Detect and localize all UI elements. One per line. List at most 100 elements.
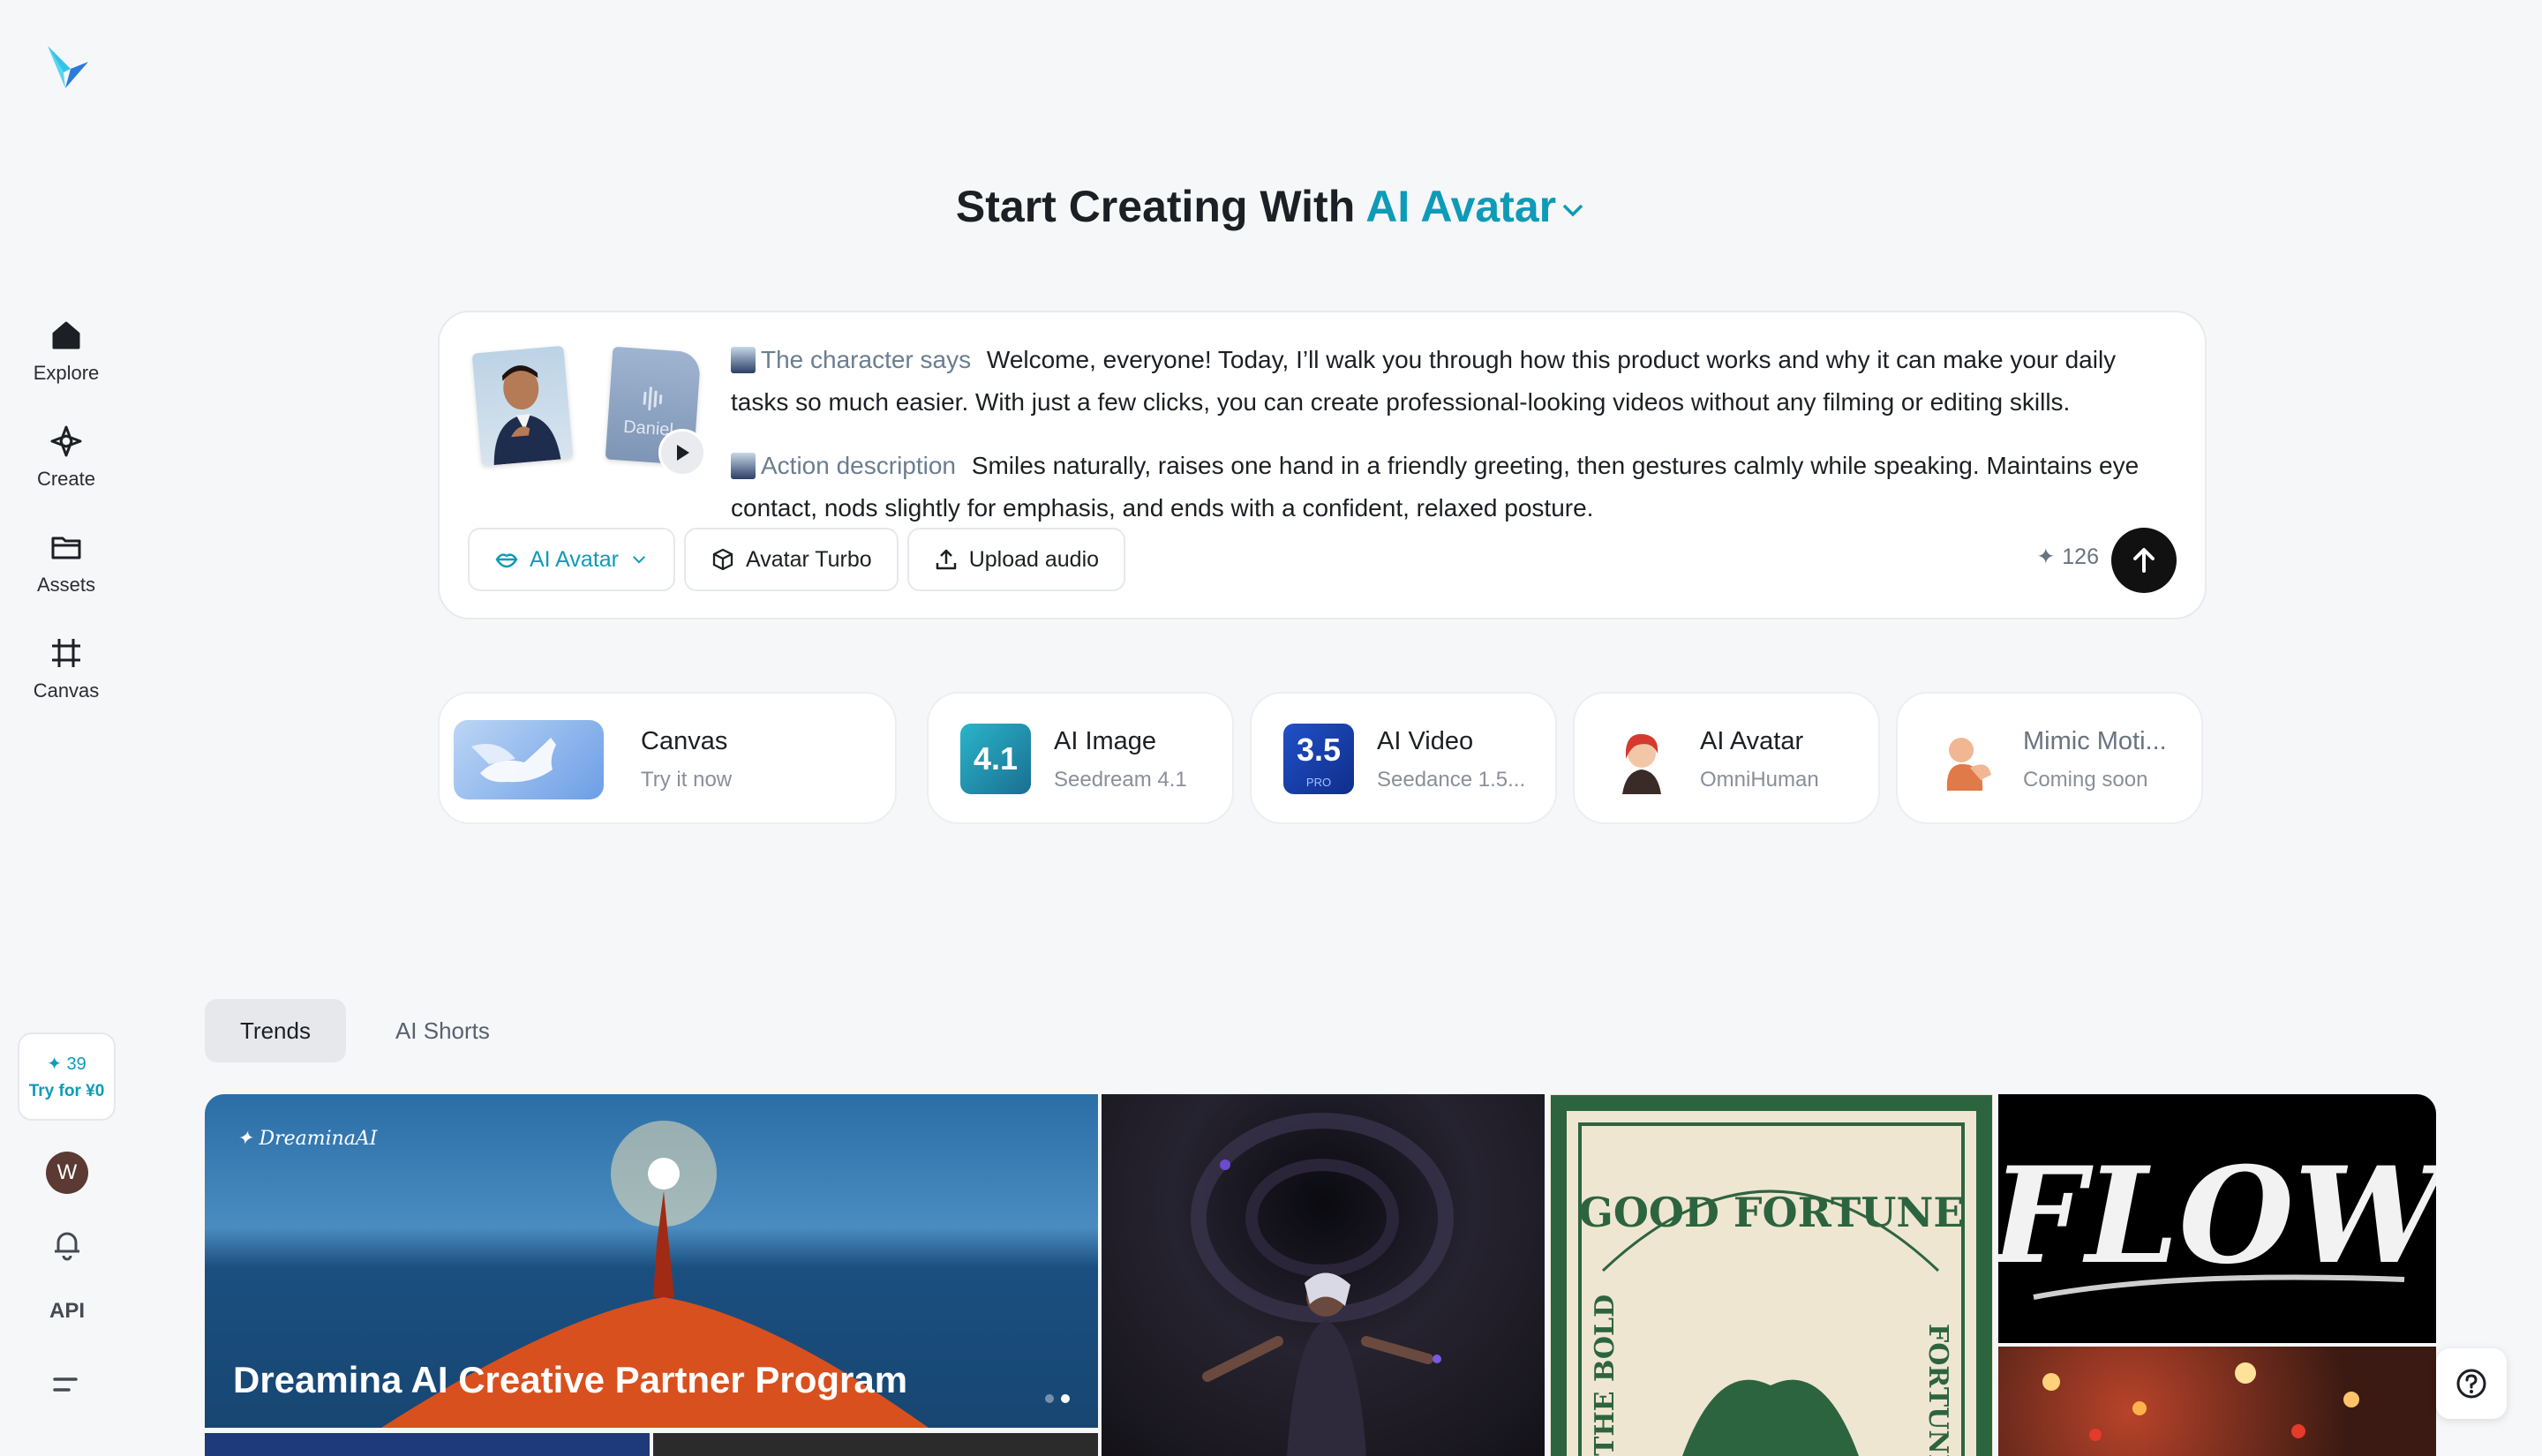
sidebar-item-label: Create xyxy=(36,468,96,490)
flow-text: FLOW xyxy=(1998,1138,2436,1294)
sidebar-item-explore[interactable]: Explore xyxy=(0,309,132,415)
model-button-label: Avatar Turbo xyxy=(746,546,872,572)
fortune-right-text: FORTUNE F xyxy=(1922,1324,1953,1456)
ai-video-badge: 3.5 xyxy=(1296,732,1342,768)
gallery-thumb-christmas[interactable] xyxy=(1998,1347,2436,1456)
tool-card-ai-avatar[interactable]: AI Avatar OmniHuman xyxy=(1573,692,1880,824)
folder-icon xyxy=(51,537,81,559)
tool-subtitle: Seedream 4.1 xyxy=(1054,768,1187,792)
crop-icon xyxy=(52,639,80,667)
fortune-title: GOOD FORTUNE xyxy=(1579,1189,1965,1236)
tool-card-mimic-motion: Mimic Moti... Coming soon xyxy=(1896,692,2203,824)
gallery-thumb-fortune[interactable]: GOOD FORTUNE THE BOLD FORTUNE F xyxy=(1550,1094,1993,1456)
feed-tabs: Trends AI Shorts xyxy=(205,999,525,1062)
ai-video-icon: 3.5 PRO xyxy=(1283,724,1354,794)
credits-box[interactable]: ✦ 39 Try for ¥0 xyxy=(18,1032,116,1121)
sidebar-nav: Explore Create Assets Canvas xyxy=(0,309,132,732)
lips-icon xyxy=(495,553,518,568)
banner-title: Dreamina AI Creative Partner Program xyxy=(233,1359,908,1400)
play-button[interactable] xyxy=(658,429,706,477)
bell-icon[interactable] xyxy=(49,1227,85,1262)
tool-subtitle: Try it now xyxy=(641,768,733,792)
gallery-thumb-vortex[interactable] xyxy=(1102,1094,1545,1456)
character-says-label: The character says xyxy=(761,346,972,373)
play-icon xyxy=(677,445,689,461)
sidebar-item-create[interactable]: Create xyxy=(0,415,132,521)
help-icon xyxy=(2456,1369,2486,1399)
vortex-figure-image xyxy=(1191,1113,1454,1456)
tool-card-canvas[interactable]: Canvas Try it now xyxy=(438,692,897,824)
mode-dropdown-button[interactable]: AI Avatar xyxy=(468,528,675,591)
sidebar-item-assets[interactable]: Assets xyxy=(0,521,132,627)
tool-title: Mimic Moti... xyxy=(2023,727,2167,755)
sidebar-item-label: Canvas xyxy=(33,679,100,702)
sidebar-item-label: Assets xyxy=(36,574,96,596)
prompt-card: Daniel The character says Welcome, every… xyxy=(438,311,2207,619)
dreamina-logo[interactable] xyxy=(44,42,90,95)
upload-audio-label: Upload audio xyxy=(968,546,1100,572)
tool-title: AI Image xyxy=(1054,727,1157,755)
tool-title: AI Avatar xyxy=(1700,727,1804,755)
gallery-thumb[interactable] xyxy=(653,1433,1098,1456)
mode-selector[interactable]: AI Avatar xyxy=(1365,182,1586,231)
gallery-thumb-flow[interactable]: FLOW xyxy=(1998,1094,2436,1343)
upload-icon xyxy=(936,549,956,570)
carousel-dot[interactable] xyxy=(1045,1394,1054,1403)
tab-trends[interactable]: Trends xyxy=(205,999,346,1062)
character-thumbnail[interactable] xyxy=(471,345,574,467)
fortune-card-image: GOOD FORTUNE THE BOLD FORTUNE F xyxy=(1551,1095,1992,1456)
carousel-dots[interactable] xyxy=(1045,1394,1070,1403)
sidebar-item-canvas[interactable]: Canvas xyxy=(0,627,132,732)
model-button[interactable]: Avatar Turbo xyxy=(684,528,899,591)
ai-avatar-icon xyxy=(1606,724,1677,794)
tab-ai-shorts[interactable]: AI Shorts xyxy=(360,999,525,1062)
mini-avatar-icon xyxy=(731,453,756,479)
credit-cost: ✦ 126 xyxy=(2036,544,2099,570)
tool-card-ai-video[interactable]: 3.5 PRO AI Video Seedance 1.5... xyxy=(1250,692,1557,824)
try-free-label: Try for ¥0 xyxy=(28,1081,105,1100)
pegasus-icon xyxy=(471,738,556,783)
menu-icon[interactable] xyxy=(51,1372,83,1399)
prompt-input[interactable]: The character says Welcome, everyone! To… xyxy=(731,339,2178,531)
tool-title: AI Video xyxy=(1377,727,1474,755)
sidebar-item-label: Explore xyxy=(33,362,100,384)
mode-dropdown-label: AI Avatar xyxy=(530,546,619,572)
title-prefix: Start Creating With xyxy=(955,182,1356,231)
gallery: ✦ DreaminaAI Dreamina AI Creative Partne… xyxy=(205,1094,2436,1456)
upload-audio-button[interactable]: Upload audio xyxy=(906,528,1126,591)
send-button[interactable] xyxy=(2111,528,2177,593)
mimic-motion-icon xyxy=(1929,724,2000,794)
action-description-label: Action description xyxy=(761,452,957,479)
prompt-toolbar: AI Avatar Avatar Turbo Upload audio xyxy=(468,528,1126,591)
action-paragraph: Action description Smiles naturally, rai… xyxy=(731,445,2178,529)
chevron-down-icon xyxy=(633,556,645,564)
tool-subtitle: Seedance 1.5... xyxy=(1377,768,1526,792)
credits-count: ✦ 39 xyxy=(47,1054,86,1074)
avatar[interactable]: W xyxy=(46,1152,88,1194)
help-button[interactable] xyxy=(2436,1348,2507,1419)
page-title: Start Creating With AI Avatar xyxy=(0,181,2542,232)
tool-subtitle: Coming soon xyxy=(2023,768,2148,792)
tool-card-ai-image[interactable]: 4.1 AI Image Seedream 4.1 xyxy=(927,692,1234,824)
credit-cost-value: 126 xyxy=(2062,544,2099,569)
arrow-up-icon xyxy=(2133,548,2155,573)
credit-star-icon: ✦ xyxy=(2036,544,2056,569)
home-icon xyxy=(52,321,80,349)
brand-logo-text: ✦ DreaminaAI xyxy=(237,1128,378,1150)
waveform-icon xyxy=(643,387,663,411)
api-link[interactable]: API xyxy=(44,1299,90,1324)
gallery-thumb[interactable] xyxy=(205,1433,650,1456)
banner-card[interactable]: ✦ DreaminaAI Dreamina AI Creative Partne… xyxy=(205,1094,1098,1428)
chevron-down-icon xyxy=(1562,204,1583,217)
tool-title: Canvas xyxy=(641,727,728,755)
tool-subtitle: OmniHuman xyxy=(1700,768,1819,792)
ai-image-icon: 4.1 xyxy=(960,724,1031,794)
fortune-left-text: THE BOLD xyxy=(1590,1295,1621,1456)
character-says-paragraph: The character says Welcome, everyone! To… xyxy=(731,339,2178,424)
ai-image-badge: 4.1 xyxy=(973,740,1019,777)
ai-video-badge-sub: PRO xyxy=(1305,776,1332,789)
carousel-dot[interactable] xyxy=(1061,1394,1070,1403)
mini-avatar-icon xyxy=(731,347,756,373)
flow-lettering-image: FLOW xyxy=(1998,1138,2436,1300)
canvas-thumbnail xyxy=(454,720,604,799)
